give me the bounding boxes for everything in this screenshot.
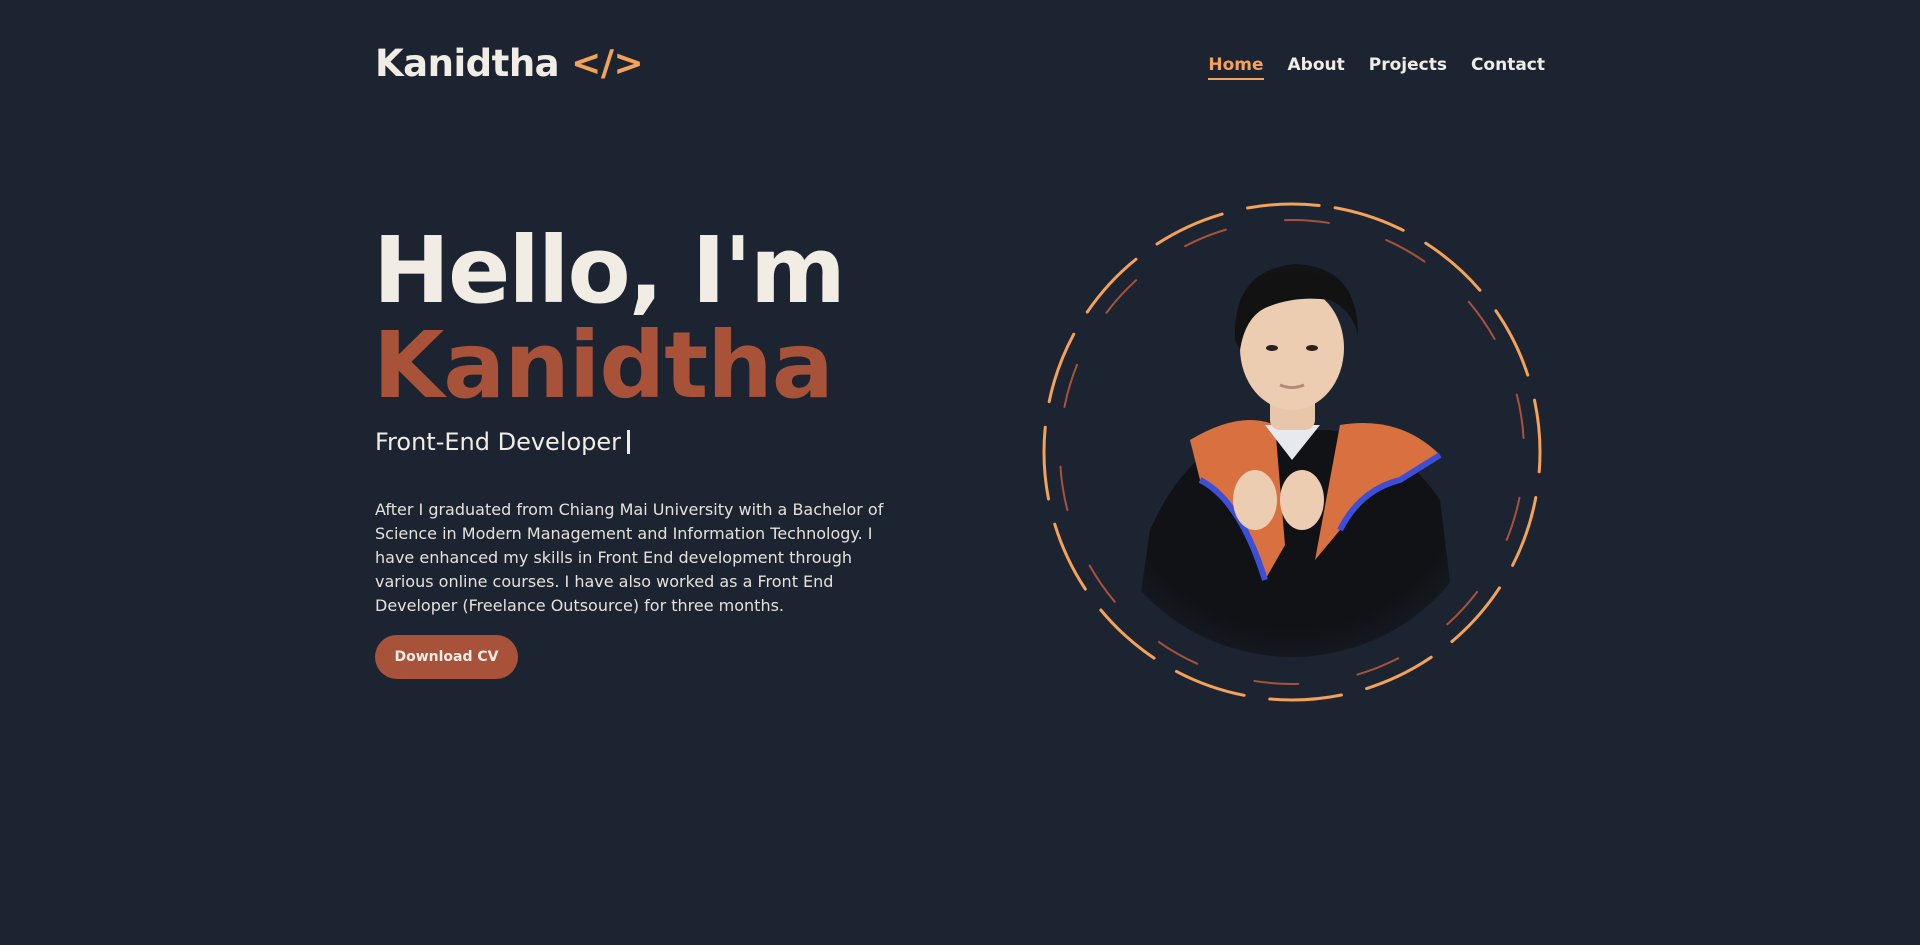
page: Kanidtha </> Home About Projects Contact… [0,0,1920,945]
hero-role: Front-End Developer [375,428,631,456]
code-icon: </> [571,43,644,84]
hero-bio: After I graduated from Chiang Mai Univer… [375,500,884,615]
typing-caret [627,430,631,454]
nav-projects[interactable]: Projects [1369,55,1447,80]
hero-greeting: Hello, I'm [373,217,846,324]
hero-name: Kanidtha [373,312,834,419]
role-text: Front-End Developer [375,428,622,456]
nav-about[interactable]: About [1288,55,1345,80]
site-logo[interactable]: Kanidtha </> [375,42,644,85]
download-cv-button[interactable]: Download CV [375,635,518,679]
profile-portrait [1042,202,1542,702]
nav-contact[interactable]: Contact [1471,55,1545,80]
main-nav: Home About Projects Contact [1208,55,1545,80]
logo-text: Kanidtha [375,42,560,85]
nav-home[interactable]: Home [1208,55,1264,80]
